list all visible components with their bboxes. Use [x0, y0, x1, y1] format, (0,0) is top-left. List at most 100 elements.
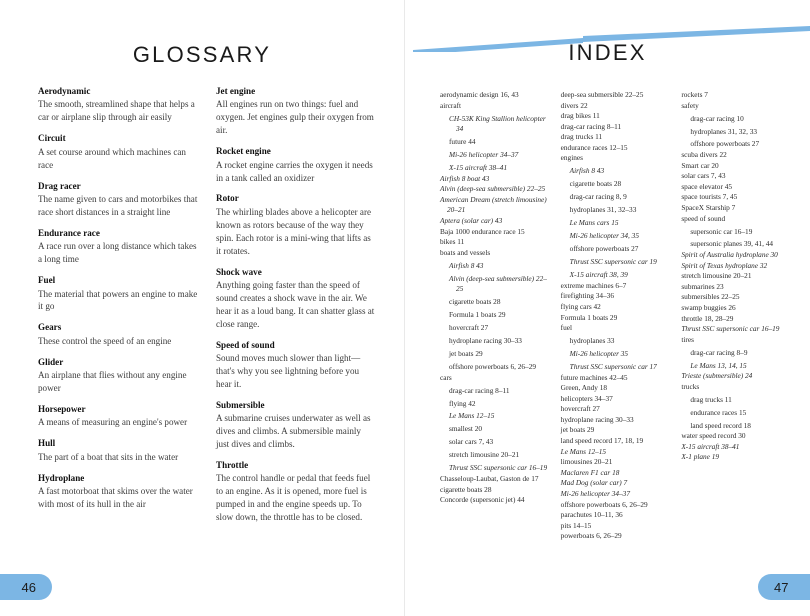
glossary-definition: All engines run on two things: fuel and …: [216, 99, 374, 136]
index-entry: Airfish 8 boat 43: [440, 173, 490, 183]
index-entry: Formula 1 boats 29: [560, 312, 618, 322]
index-columns: aerodynamic design 16, 43 aircraft CH-53K …: [440, 90, 792, 542]
glossary-term: Glider: [38, 356, 64, 367]
glossary-term: Hydroplane: [38, 472, 85, 483]
index-subentry: land speed record 18: [690, 420, 751, 430]
index-entry: Baja 1000 endurance race 15: [440, 226, 525, 236]
index-entry: X-15 aircraft 38–41: [681, 441, 740, 451]
index-subentry: Thrust SSC supersonic car 17: [569, 361, 657, 371]
index-entry: submersibles 22–25: [681, 292, 740, 302]
index-entry: solar cars 7, 43: [681, 171, 726, 181]
index-subentry: Le Mans cars 15: [569, 218, 619, 228]
index-entry: space elevator 45: [681, 181, 732, 191]
index-entry: rockets 7: [681, 90, 708, 99]
index-entry: extreme machines 6–7: [560, 280, 627, 290]
index-entry: limousines 20–21: [560, 457, 613, 467]
index-subentry: jet boats 29: [449, 349, 483, 359]
index-column-2: deep-sea submersible 22–25 divers 22 drag …: [561, 90, 672, 542]
page-number-right: 47: [774, 579, 789, 595]
index-subentry: drag-car racing 8–9: [690, 347, 748, 357]
index-subentry: drag-car racing 10: [690, 113, 744, 123]
book-spread: GLOSSARY Aerodynamic The smooth, streamli…: [0, 0, 810, 616]
index-subentry: solar cars 7, 43: [449, 437, 494, 447]
index-subentry: hydroplanes 31, 32–33: [569, 205, 637, 215]
index-entry: cigarette boats 28: [440, 484, 492, 494]
glossary-term: Speed of sound: [216, 339, 275, 350]
index-subentry: future 44: [449, 137, 476, 147]
index-subentry: Airfish 8 43: [449, 260, 484, 270]
index-column-3: rockets 7 safety drag-car racing 10 hydropl…: [681, 90, 792, 542]
glossary-term: Fuel: [38, 275, 56, 286]
glossary-term: Submersible: [216, 399, 265, 410]
glossary-term: Rocket engine: [216, 146, 271, 157]
index-subentry: supersonic planes 39, 41, 44: [690, 239, 774, 249]
index-entry: aircraft: [440, 100, 462, 110]
index-entry: throttle 18, 28–29: [681, 313, 734, 323]
index-entry: stretch limousine 20–21: [681, 271, 752, 281]
index-subentry: Mi-26 helicopter 34, 35: [569, 231, 639, 241]
glossary-definition: A race run over a long distance which ta…: [38, 241, 197, 265]
index-entry: cars: [440, 372, 452, 382]
index-entry: drag bikes 11: [560, 111, 600, 121]
index-entry: endurance races 12–15: [560, 142, 628, 152]
index-entry: tires: [681, 334, 694, 344]
index-entry: Spirit of Australia hydroplane 30: [681, 250, 778, 260]
index-entry: aerodynamic design 16, 43: [440, 90, 519, 99]
index-entry: boats and vessels: [440, 247, 491, 257]
index-entry: Spirit of Texas hydroplane 32: [681, 260, 768, 270]
glossary-definition: A set course around which machines can r…: [38, 146, 186, 170]
index-entry: Maclaren F1 car 18: [560, 467, 620, 477]
index-subentry: X-15 aircraft 38–41: [449, 163, 508, 173]
index-subentry: hydroplanes 31, 32, 33: [690, 126, 758, 136]
glossary-column-2: Jet engine All engines run on two things:…: [216, 86, 376, 524]
index-entry: fuel: [560, 323, 573, 333]
index-subentry: offshore powerboats 27: [569, 244, 639, 254]
index-entry: land speed record 17, 18, 19: [560, 436, 644, 446]
index-subentry: Thrust SSC supersonic car 16–19: [449, 463, 548, 473]
glossary-term: Shock wave: [216, 266, 262, 277]
glossary-definition: A submarine cruises underwater as well a…: [216, 413, 371, 450]
index-entry: Smart car 20: [681, 160, 719, 170]
glossary-columns: Aerodynamic The smooth, streamlined shape…: [38, 86, 376, 524]
index-entry: Green, Andy 18: [560, 383, 608, 393]
glossary-definition: Anything going faster than the speed of …: [216, 279, 375, 329]
index-subentry: hydroplanes 33: [569, 336, 615, 346]
index-entry: firefighting 34–36: [560, 291, 614, 301]
glossary-definition: The whirling blades above a helicopter a…: [216, 206, 372, 256]
index-entry: submarines 23: [681, 281, 724, 291]
index-subentry: stretch limousine 20–21: [449, 450, 520, 460]
index-entry: scuba divers 22: [681, 150, 727, 160]
page-number-left: 46: [21, 579, 36, 595]
index-entry: speed of sound: [681, 213, 726, 223]
index-subentry: hovercraft 27: [449, 323, 489, 333]
index-subentry: Alvin (deep-sea submersible) 22–25: [449, 273, 547, 294]
decorative-blue-bar: [413, 26, 810, 52]
index-subentry: smallest 20: [449, 424, 483, 434]
glossary-definition: These control the speed of an engine: [38, 335, 172, 346]
page-title-glossary: GLOSSARY: [132, 42, 272, 67]
index-subentry: Le Mans 13, 14, 15: [690, 360, 747, 370]
index-entry: Mad Dog (solar car) 7: [560, 478, 628, 488]
index-subentry: supersonic car 16–19: [690, 226, 753, 236]
glossary-term: Hull: [38, 438, 56, 449]
index-entry: X-1 plane 19: [681, 452, 720, 462]
index-entry: offshore powerboats 6, 26–29: [560, 499, 648, 509]
glossary-definition: The material that powers an engine to ma…: [38, 288, 198, 312]
index-subentry: Formula 1 boats 29: [449, 310, 506, 320]
index-entry: American Dream (stretch limousine) 20–21: [440, 194, 547, 215]
index-subentry: X-15 aircraft 38, 39: [569, 270, 628, 280]
glossary-definition: An airplane that flies without any engin…: [38, 370, 187, 394]
page-number-tab-right: 47: [758, 574, 810, 600]
glossary-term: Circuit: [38, 133, 66, 144]
index-entry: hovercraft 27: [560, 404, 600, 414]
index-entry: SpaceX Starship 7: [681, 202, 736, 212]
index-entry: bikes 11: [440, 237, 465, 247]
index-entry: Trieste (submersible) 24: [681, 371, 753, 381]
glossary-definition: The part of a boat that sits in the wate…: [38, 451, 179, 462]
glossary-term: Jet engine: [216, 86, 256, 96]
index-entry: jet boats 29: [560, 425, 595, 435]
glossary-definition: A rocket engine carries the oxygen it ne…: [216, 159, 373, 183]
index-subentry: hydroplane racing 30–33: [449, 336, 522, 346]
index-entry: drag trucks 11: [560, 132, 603, 142]
index-subentry: endurance races 15: [690, 407, 747, 417]
